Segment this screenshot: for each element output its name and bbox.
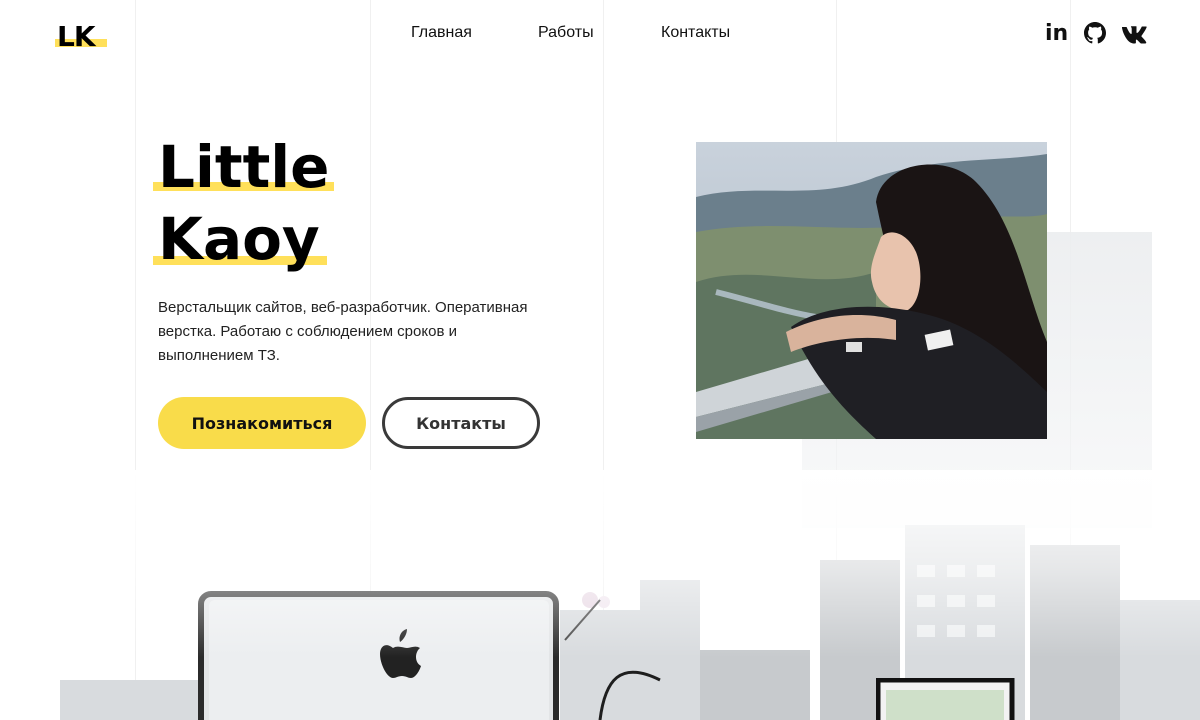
hero-description: Верстальщик сайтов, веб-разработчик. Опе…: [158, 299, 528, 364]
github-icon[interactable]: [1083, 21, 1109, 47]
nav-item-works[interactable]: Работы: [538, 24, 594, 42]
profile-photo: [696, 142, 1047, 439]
contacts-button[interactable]: Контакты: [382, 397, 540, 449]
vk-icon[interactable]: [1121, 21, 1147, 47]
background-scene: [0, 470, 1200, 720]
about-button[interactable]: Познакомиться: [158, 397, 366, 449]
hero-title-line1: Little: [158, 133, 330, 201]
linkedin-icon[interactable]: in: [1045, 21, 1071, 47]
nav-item-home[interactable]: Главная: [411, 24, 472, 42]
hero-title-line2: Kaoy: [158, 205, 320, 273]
main-nav: Главная Работы Контакты: [0, 24, 1200, 46]
nav-item-contacts[interactable]: Контакты: [661, 24, 730, 42]
